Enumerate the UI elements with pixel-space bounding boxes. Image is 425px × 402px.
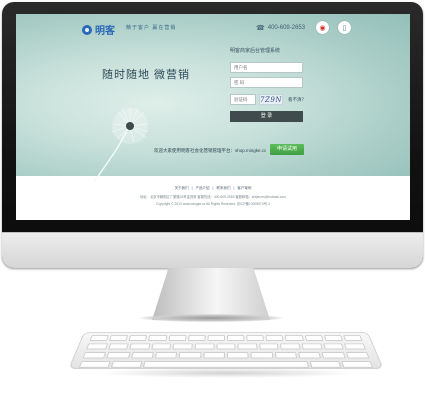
footer-divider: |	[212, 186, 214, 190]
monitor-stand	[152, 268, 270, 320]
monitor-stand-shadow	[140, 314, 282, 322]
logo-mark-icon	[82, 24, 92, 35]
username-input[interactable]	[230, 62, 303, 73]
keyboard-shadow	[96, 368, 358, 378]
footer-links: 关于我们 | 产品介绍 | 联系我们 | 客户案例	[16, 186, 410, 191]
captcha-image[interactable]: 7Z9N	[259, 94, 283, 105]
hero-banner: 明客 精于客户 赢在营销 ☎ 400-609-2653 ◉ ▯ 随时随地 微营销…	[16, 14, 410, 182]
footer-divider: |	[233, 186, 235, 190]
footer-divider: |	[191, 186, 193, 190]
login-button[interactable]: 登 录	[230, 111, 303, 122]
telephone-icon: ☎	[256, 25, 265, 32]
hero-tagline: 随时随地 微营销	[102, 69, 191, 81]
footer-link-about[interactable]: 关于我们	[175, 186, 189, 191]
dandelion-illustration	[93, 107, 149, 182]
footer-link-contact[interactable]: 联系我们	[216, 186, 230, 191]
mobile-icon[interactable]: ▯	[338, 21, 351, 34]
footer-link-products[interactable]: 产品介绍	[196, 186, 210, 191]
monitor-chin	[2, 232, 423, 268]
keyboard	[68, 332, 384, 369]
captcha-refresh-link[interactable]: 看不清？	[288, 97, 306, 103]
login-panel-title: 明客商家后台管理系统	[230, 48, 281, 54]
footer-contact-info: 地址：北京市朝阳区广渠路15号金茂府 客服热线：400-609-2653 客服邮…	[140, 195, 286, 199]
screen: 明客 精于客户 赢在营销 ☎ 400-609-2653 ◉ ▯ 随时随地 微营销…	[16, 14, 410, 220]
password-input[interactable]	[230, 77, 303, 88]
phone-text: 400-609-2653	[267, 25, 306, 31]
phone-number: ☎ 400-609-2653	[256, 24, 305, 32]
apply-trial-button[interactable]: 申请试用	[270, 144, 304, 155]
logo[interactable]: 明客	[82, 22, 115, 37]
weibo-icon[interactable]: ◉	[316, 21, 329, 34]
footer: 关于我们 | 产品介绍 | 联系我们 | 客户案例 地址：北京市朝阳区广渠路15…	[16, 182, 410, 220]
slogan: 精于客户 赢在营销	[126, 25, 177, 31]
logo-text: 明客	[95, 26, 115, 37]
footer-link-cases[interactable]: 客户案例	[237, 186, 251, 191]
footer-copyright: Copyright © 2013 www.mingke.cc All Right…	[156, 202, 270, 206]
captcha-input[interactable]	[230, 94, 256, 105]
welcome-text: 欢迎大家使用明客社会化营销管理平台：shop.mingke.cc	[154, 148, 267, 153]
